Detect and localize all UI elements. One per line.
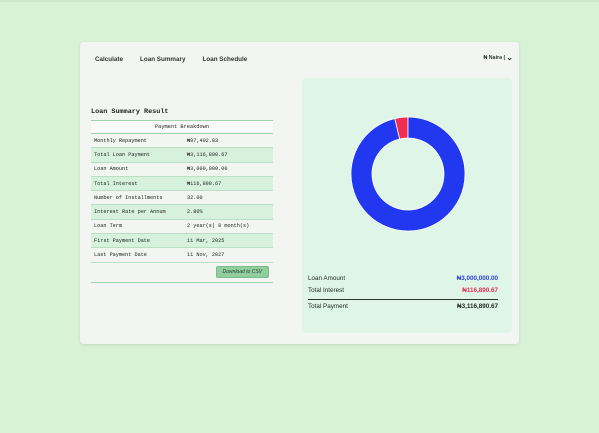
- table-row: First Payment Date 11 Mar, 2025: [91, 234, 273, 249]
- table-row: Number of Installments 32.00: [91, 191, 273, 206]
- tab-calculate[interactable]: Calculate: [95, 56, 123, 63]
- row-label: Number of Installments: [94, 194, 163, 201]
- summary-loan-amount: Loan Amount ₦3,000,000.00: [308, 275, 498, 282]
- row-value: 2.80%: [187, 209, 203, 216]
- row-label: Loan Amount: [94, 166, 129, 173]
- row-value: 11 Nov, 2027: [187, 252, 225, 259]
- row-value: ₦3,116,890.67: [187, 151, 228, 158]
- row-value: ₦97,402.83: [187, 137, 219, 144]
- row-value: 11 Mar, 2025: [187, 237, 225, 244]
- summary-total-payment: Total Payment ₦3,116,890.67: [308, 303, 498, 310]
- currency-value: ₦ Naira (: [483, 55, 506, 61]
- table-row: Total Loan Payment ₦3,116,890.67: [91, 148, 273, 163]
- loan-amount-value: ₦3,000,000.00: [456, 275, 498, 282]
- row-label: Monthly Repayment: [94, 137, 147, 144]
- download-row: Download to CSV: [91, 263, 273, 283]
- total-interest-label: Total Interest: [308, 287, 345, 294]
- summary-panel: Loan Summary Result Payment Breakdown Mo…: [91, 108, 273, 283]
- table-row: Interest Rate per Annum 2.80%: [91, 205, 273, 220]
- total-interest-value: ₦116,890.67: [462, 287, 498, 294]
- row-value: ₦116,890.67: [187, 180, 222, 187]
- total-payment-value: ₦3,116,890.67: [457, 303, 498, 310]
- tab-loan-schedule[interactable]: Loan Schedule: [203, 56, 248, 63]
- chevron-down-icon: ⌄: [506, 53, 513, 62]
- chart-panel: Loan Amount ₦3,000,000.00 Total Interest…: [302, 78, 512, 333]
- table-row: Loan Amount ₦3,000,000.00: [91, 163, 273, 177]
- table-row: Monthly Repayment ₦97,402.83: [91, 134, 273, 149]
- payment-breakdown-table: Payment Breakdown Monthly Repayment ₦97,4…: [91, 120, 273, 283]
- row-value: ₦3,000,000.00: [187, 166, 228, 173]
- nav-tabs: Calculate Loan Summary Loan Schedule: [95, 56, 264, 63]
- summary-divider: [308, 299, 498, 300]
- loan-donut-chart: [350, 116, 466, 232]
- top-border: [0, 0, 599, 2]
- row-label: Total Interest: [94, 180, 138, 187]
- table-header: Payment Breakdown: [91, 121, 273, 134]
- table-row: Last Payment Date 11 Nov, 2027: [91, 248, 273, 263]
- summary-title: Loan Summary Result: [91, 108, 169, 116]
- total-payment-label: Total Payment: [308, 303, 348, 310]
- summary-total-interest: Total Interest ₦116,890.67: [308, 287, 498, 294]
- currency-select[interactable]: ₦ Naira ( ⌄: [483, 53, 514, 62]
- row-value: 32.00: [187, 194, 203, 201]
- row-label: Loan Term: [94, 223, 123, 230]
- calculator-card: Calculate Loan Summary Loan Schedule ₦ N…: [80, 42, 519, 344]
- download-csv-button[interactable]: Download to CSV: [215, 265, 269, 278]
- principal-slice: [350, 116, 466, 232]
- table-row: Total Interest ₦116,890.67: [91, 176, 273, 192]
- row-label: First Payment Date: [94, 237, 151, 244]
- tab-loan-summary[interactable]: Loan Summary: [140, 56, 186, 63]
- row-label: Last Payment Date: [94, 252, 147, 259]
- row-value: 2 year(s) 8 month(s): [187, 223, 250, 230]
- row-label: Total Loan Payment: [94, 151, 151, 158]
- table-row: Loan Term 2 year(s) 8 month(s): [91, 220, 273, 235]
- loan-amount-label: Loan Amount: [308, 275, 346, 282]
- row-label: Interest Rate per Annum: [94, 209, 166, 216]
